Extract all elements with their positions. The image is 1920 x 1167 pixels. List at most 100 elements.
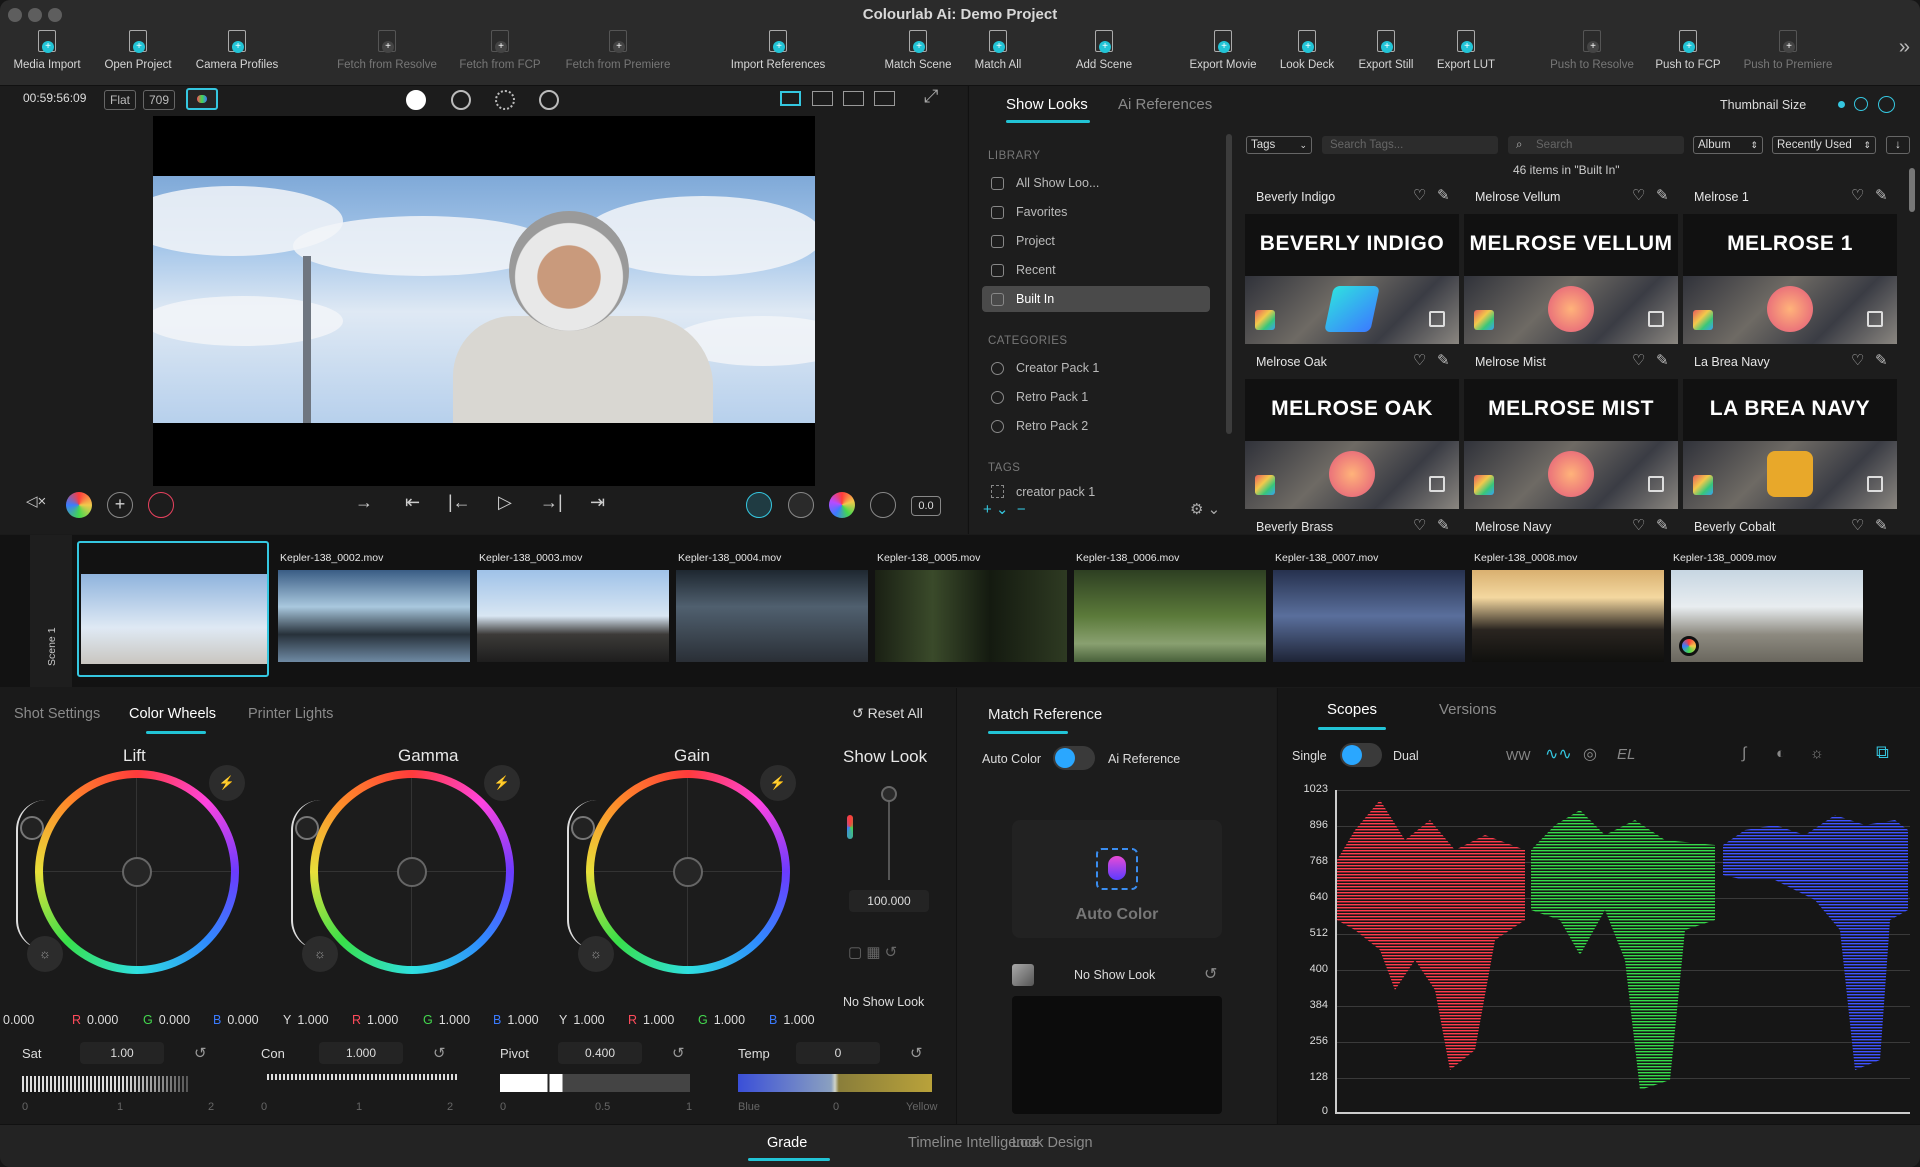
match-all-button[interactable]: + Match All — [970, 30, 1026, 80]
zoom-value[interactable]: 0.0 — [911, 496, 941, 516]
vectorscope-icon[interactable]: ◎ — [1583, 744, 1597, 764]
reset-icon[interactable]: ↺ — [194, 1044, 207, 1062]
lift-color-wheel[interactable] — [35, 770, 239, 974]
color-channels-button[interactable] — [186, 88, 218, 110]
camera-profiles-button[interactable]: + Camera Profiles — [191, 30, 283, 80]
reset-all-button[interactable]: ↺ Reset All — [852, 705, 923, 722]
match-mode-toggle[interactable] — [1053, 746, 1095, 770]
edit-pencil-icon[interactable]: ✎ — [1875, 351, 1888, 369]
luma-slider-knob[interactable] — [20, 816, 44, 840]
step-forward-icon[interactable]: →| — [540, 492, 563, 513]
auto-color-button[interactable]: Auto Color — [1012, 820, 1222, 938]
edit-pencil-icon[interactable]: ✎ — [1656, 516, 1669, 534]
tab-look-design[interactable]: Look Design — [1012, 1135, 1093, 1151]
fullscreen-icon[interactable]: ⤢ — [924, 86, 938, 107]
layers-stack-icon[interactable] — [788, 492, 814, 518]
contrast-slider[interactable] — [267, 1074, 457, 1080]
look-card[interactable]: MELROSE 1 — [1683, 214, 1897, 344]
color-wheel-icon[interactable] — [66, 492, 92, 518]
add-scene-button[interactable]: + Add Scene — [1071, 30, 1137, 80]
wheel-puck[interactable] — [122, 857, 152, 887]
add-tag-icon[interactable]: + ⌄ − — [983, 500, 1026, 518]
library-item-all-show-loo[interactable]: All Show Loo... — [982, 170, 1210, 196]
reset-icon[interactable]: ↺ — [910, 1044, 923, 1062]
rec709-mode-button[interactable]: 709 — [143, 90, 176, 110]
wheel-value[interactable]: B 1.000 — [769, 1013, 815, 1027]
waveform-parade-icon[interactable]: ∿∿ — [1545, 744, 1572, 764]
pick-disable-icon[interactable]: ⚡ — [209, 765, 245, 801]
show-look-value[interactable]: 100.000 — [849, 890, 929, 912]
play-icon[interactable]: ▷ — [498, 492, 512, 513]
favorite-heart-icon[interactable]: ♡ — [1851, 186, 1864, 204]
gear-icon[interactable]: ⚙ ⌄ — [1190, 500, 1220, 518]
saturation-slider[interactable] — [22, 1076, 189, 1092]
step-back-icon[interactable]: |← — [448, 492, 471, 513]
search-input[interactable]: ⌕ Search — [1508, 136, 1684, 154]
push-to-resolve-button[interactable]: + Push to Resolve — [1542, 30, 1642, 80]
category-item-retro-pack-1[interactable]: Retro Pack 1 — [982, 384, 1210, 410]
toolbar-more-icon[interactable]: » — [1899, 36, 1910, 59]
edit-pencil-icon[interactable]: ✎ — [1656, 186, 1669, 204]
edit-pencil-icon[interactable]: ✎ — [1437, 516, 1450, 534]
view-settings-icon[interactable] — [495, 90, 515, 110]
tab-ai-references[interactable]: Ai References — [1118, 96, 1212, 113]
wheel-value[interactable]: R 1.000 — [628, 1013, 674, 1027]
tab-versions[interactable]: Versions — [1439, 701, 1497, 718]
curve-icon[interactable]: ∫ — [1742, 745, 1746, 763]
clip-thumbnail[interactable] — [477, 570, 669, 662]
favorite-heart-icon[interactable]: ♡ — [1632, 516, 1645, 534]
gamma-color-wheel[interactable] — [310, 770, 514, 974]
clip-thumbnail[interactable] — [1472, 570, 1664, 662]
mute-icon[interactable]: ◁× — [26, 492, 46, 510]
temp-value[interactable]: 0 — [796, 1042, 880, 1064]
tab-grade[interactable]: Grade — [767, 1135, 807, 1151]
grid-view-icon[interactable] — [874, 91, 895, 106]
reset-icon[interactable]: ↺ — [672, 1044, 685, 1062]
reset-icon[interactable]: ↺ — [1204, 964, 1217, 984]
drop-icon[interactable]: ◐ — [1776, 745, 1785, 762]
favorite-heart-icon[interactable]: ♡ — [1632, 351, 1645, 369]
brightness-disable-icon[interactable]: ☼ — [27, 936, 63, 972]
thumb-size-medium-button[interactable] — [1854, 97, 1868, 111]
tab-scopes[interactable]: Scopes — [1327, 701, 1377, 718]
con-value[interactable]: 1.000 — [319, 1042, 403, 1064]
look-deck-button[interactable]: + Look Deck — [1275, 30, 1339, 80]
category-item-creator-pack-1[interactable]: Creator Pack 1 — [982, 355, 1210, 381]
clip-thumbnail[interactable] — [1074, 570, 1266, 662]
library-item-built-in[interactable]: Built In — [982, 286, 1210, 312]
edit-pencil-icon[interactable]: ✎ — [1875, 186, 1888, 204]
sun-icon[interactable]: ☼ — [1810, 745, 1824, 762]
library-scrollbar[interactable] — [1226, 134, 1232, 434]
look-card[interactable]: MELROSE VELLUM — [1464, 214, 1678, 344]
wheel-value[interactable]: G 1.000 — [698, 1013, 745, 1027]
match-scene-button[interactable]: + Match Scene — [880, 30, 956, 80]
pick-disable-icon[interactable]: ⚡ — [760, 765, 796, 801]
sort-direction-button[interactable]: ↓ — [1886, 136, 1910, 154]
pick-disable-icon[interactable]: ⚡ — [484, 765, 520, 801]
tab-show-looks[interactable]: Show Looks — [1006, 96, 1088, 113]
wheel-value[interactable]: Y 1.000 — [283, 1013, 329, 1027]
pivot-value[interactable]: 0.400 — [558, 1042, 642, 1064]
favorite-heart-icon[interactable]: ♡ — [1413, 186, 1426, 204]
wheel-value[interactable]: G 1.000 — [423, 1013, 470, 1027]
single-view-icon[interactable] — [780, 91, 801, 106]
waveform-ww-button[interactable]: WW — [1506, 748, 1531, 763]
wheel-value[interactable]: B 0.000 — [213, 1013, 259, 1027]
clip-thumbnail[interactable] — [875, 570, 1067, 662]
split-view-icon[interactable] — [812, 91, 833, 106]
temperature-slider[interactable] — [738, 1074, 932, 1092]
look-card[interactable]: BEVERLY INDIGO — [1245, 214, 1459, 344]
previous-clip-icon[interactable]: ⇤ — [405, 492, 420, 513]
favorite-heart-icon[interactable]: ♡ — [1413, 516, 1426, 534]
album-dropdown[interactable]: Album ⇕ — [1693, 136, 1763, 154]
view-circle-icon[interactable] — [451, 90, 471, 110]
push-to-premiere-button[interactable]: + Push to Premiere — [1737, 30, 1839, 80]
next-clip-icon[interactable]: ⇥ — [590, 492, 605, 513]
brightness-disable-icon[interactable]: ☼ — [302, 936, 338, 972]
export-movie-button[interactable]: + Export Movie — [1184, 30, 1262, 80]
edit-pencil-icon[interactable]: ✎ — [1875, 516, 1888, 534]
favorite-heart-icon[interactable]: ♡ — [1632, 186, 1645, 204]
wheel-value[interactable]: 0.000 — [3, 1013, 34, 1027]
luma-slider-knob[interactable] — [295, 816, 319, 840]
wheel-value[interactable]: G 0.000 — [143, 1013, 190, 1027]
